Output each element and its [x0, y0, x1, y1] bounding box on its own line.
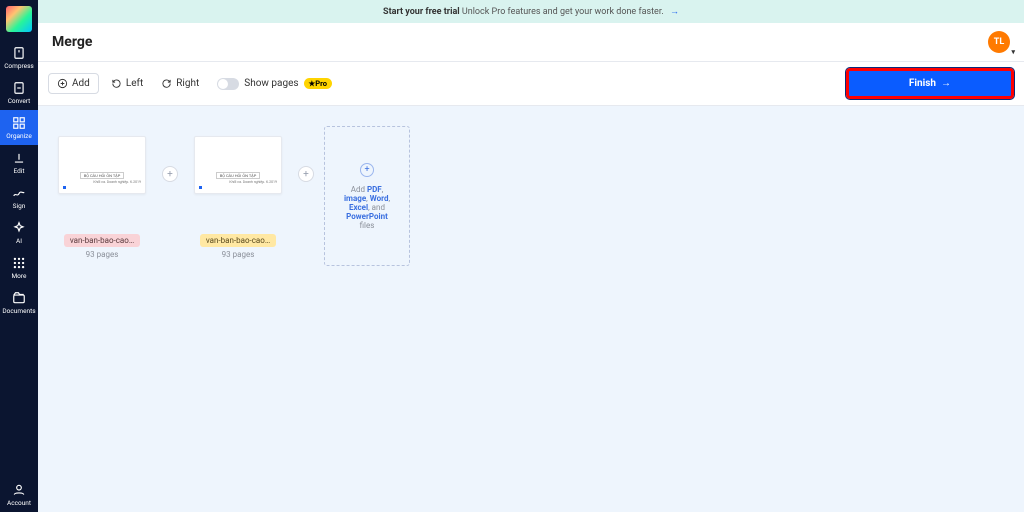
rotate-right-button[interactable]: Right	[155, 74, 205, 93]
show-pages-label: Show pages	[244, 78, 298, 89]
rotate-left-icon	[111, 78, 122, 89]
documents-icon	[12, 291, 26, 305]
sign-icon	[12, 186, 26, 200]
sidebar-item-ai[interactable]: AI	[0, 215, 38, 250]
organize-icon	[12, 116, 26, 130]
document-filename: van-ban-bao-cao…	[64, 234, 140, 247]
convert-icon	[12, 81, 26, 95]
edit-icon	[12, 151, 26, 165]
workspace: BỘ CÂU HỎI ÔN TẬP Khối ca. Doanh nghiệp.…	[38, 106, 1024, 512]
rotate-left-button[interactable]: Left	[105, 74, 149, 93]
add-files-dropzone[interactable]: + Add PDF, image, Word, Excel, and Power…	[324, 126, 410, 266]
arrow-right-icon: →	[670, 7, 679, 17]
sidebar-item-sign[interactable]: Sign	[0, 180, 38, 215]
add-button[interactable]: Add	[48, 73, 99, 94]
avatar[interactable]: TL	[988, 31, 1010, 53]
document-pagecount: 93 pages	[86, 250, 119, 259]
sidebar-item-convert[interactable]: Convert	[0, 75, 38, 110]
plus-circle-icon: +	[360, 163, 374, 177]
sidebar-item-more[interactable]: More	[0, 250, 38, 285]
page-title: Merge	[52, 34, 92, 50]
sidebar: Compress Convert Organize Edit Sign AI M…	[0, 0, 38, 512]
document-filename: van-ban-bao-cao…	[200, 234, 276, 247]
sidebar-item-compress[interactable]: Compress	[0, 40, 38, 75]
trial-banner[interactable]: Start your free trial Unlock Pro feature…	[38, 0, 1024, 23]
insert-between-button[interactable]: +	[298, 166, 314, 182]
show-pages-toggle[interactable]	[217, 78, 239, 90]
sidebar-item-organize[interactable]: Organize	[0, 110, 38, 145]
document-card[interactable]: BỘ CÂU HỎI ÔN TẬP Khối ca. Doanh nghiệp.…	[52, 136, 152, 259]
account-icon	[12, 483, 26, 497]
app-logo[interactable]	[6, 6, 32, 32]
document-card[interactable]: BỘ CÂU HỎI ÔN TẬP Khối ca. Doanh nghiệp.…	[188, 136, 288, 259]
compress-icon	[12, 46, 26, 60]
rotate-right-icon	[161, 78, 172, 89]
finish-button[interactable]: Finish →	[846, 68, 1014, 99]
titlebar: Merge TL	[38, 23, 1024, 62]
pro-badge: ★Pro	[304, 78, 332, 89]
arrow-right-icon: →	[941, 78, 951, 89]
sidebar-item-edit[interactable]: Edit	[0, 145, 38, 180]
plus-circle-icon	[57, 78, 68, 89]
insert-between-button[interactable]: +	[162, 166, 178, 182]
main: Start your free trial Unlock Pro feature…	[38, 0, 1024, 512]
more-icon	[12, 256, 26, 270]
document-thumbnail: BỘ CÂU HỎI ÔN TẬP Khối ca. Doanh nghiệp.…	[194, 136, 282, 194]
sidebar-item-account[interactable]: Account	[0, 477, 38, 512]
ai-icon	[12, 221, 26, 235]
document-pagecount: 93 pages	[222, 250, 255, 259]
document-thumbnail: BỘ CÂU HỎI ÔN TẬP Khối ca. Doanh nghiệp.…	[58, 136, 146, 194]
sidebar-item-documents[interactable]: Documents	[0, 285, 38, 320]
toolbar: Add Left Right Show pages ★Pro Finish →	[38, 62, 1024, 106]
